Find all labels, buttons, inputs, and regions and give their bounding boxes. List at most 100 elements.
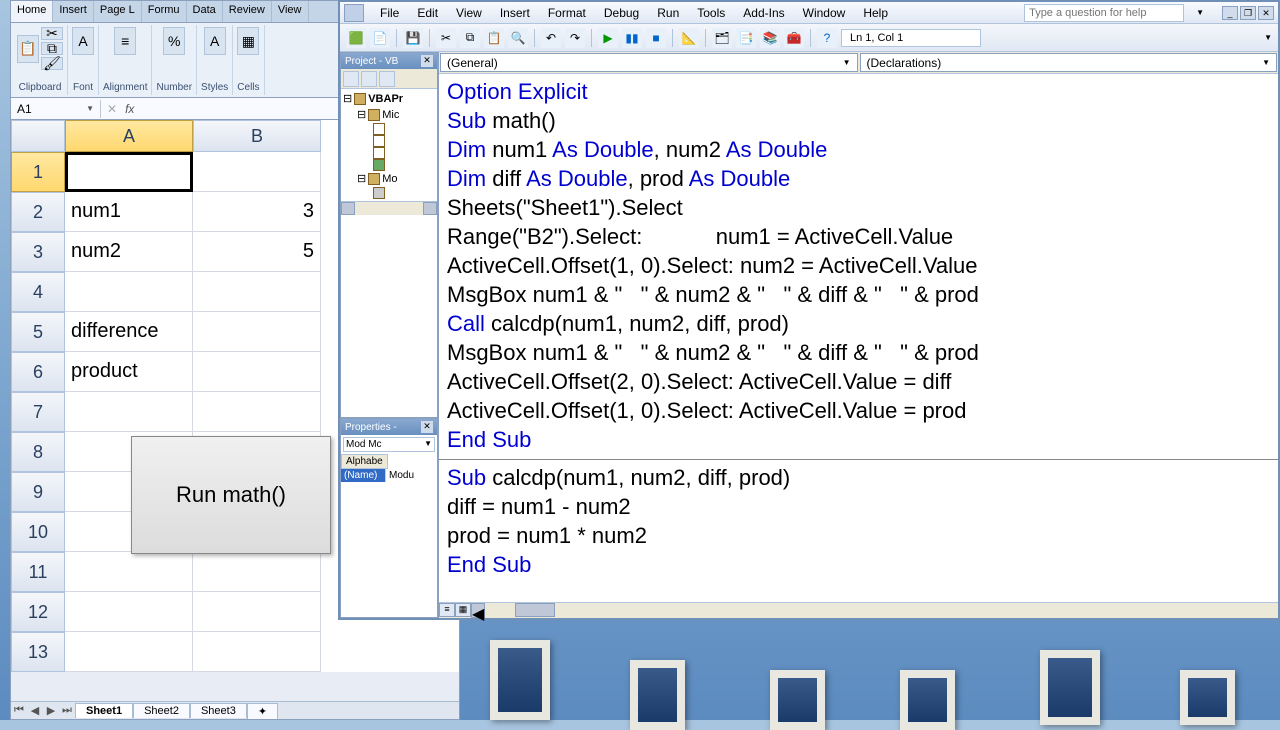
- ribbon-tab-review[interactable]: Review: [223, 1, 272, 22]
- cell-a2[interactable]: num1: [65, 192, 193, 232]
- menu-debug[interactable]: Debug: [596, 4, 647, 22]
- row-header[interactable]: 5: [11, 312, 65, 352]
- select-all-corner[interactable]: [11, 120, 65, 152]
- menu-window[interactable]: Window: [795, 4, 854, 22]
- row-header[interactable]: 2: [11, 192, 65, 232]
- sheet-nav-prev[interactable]: ◀: [27, 704, 43, 717]
- sheet-tab-sheet2[interactable]: Sheet2: [133, 703, 190, 718]
- properties-object-combo[interactable]: Mod Mc▼: [343, 437, 435, 452]
- row-header[interactable]: 8: [11, 432, 65, 472]
- sheet-nav-first[interactable]: ⏮: [11, 704, 27, 717]
- view-excel-button[interactable]: 🟩: [346, 28, 366, 48]
- ribbon-tab-formulas[interactable]: Formu: [142, 1, 187, 22]
- menu-insert[interactable]: Insert: [492, 4, 538, 22]
- close-icon[interactable]: ✕: [421, 55, 433, 67]
- sheet-nav-next[interactable]: ▶: [43, 704, 59, 717]
- cancel-icon[interactable]: ✕: [107, 102, 117, 116]
- object-browser-button[interactable]: 📚: [760, 28, 780, 48]
- cell-a7[interactable]: [65, 392, 193, 432]
- cell-b2[interactable]: 3: [193, 192, 321, 232]
- save-button[interactable]: 💾: [403, 28, 423, 48]
- help-button[interactable]: ?: [817, 28, 837, 48]
- design-mode-button[interactable]: 📐: [679, 28, 699, 48]
- row-header[interactable]: 11: [11, 552, 65, 592]
- row-header[interactable]: 3: [11, 232, 65, 272]
- menu-view[interactable]: View: [448, 4, 490, 22]
- redo-button[interactable]: ↷: [565, 28, 585, 48]
- menu-format[interactable]: Format: [540, 4, 594, 22]
- cell-b4[interactable]: [193, 272, 321, 312]
- code-horizontal-scrollbar[interactable]: ≡ ▦ ◀: [439, 602, 1278, 618]
- ribbon-tab-view[interactable]: View: [272, 1, 309, 22]
- sheet-tab-sheet1[interactable]: Sheet1: [75, 703, 133, 718]
- menu-addins[interactable]: Add-Ins: [735, 4, 792, 22]
- minimize-button[interactable]: _: [1222, 6, 1238, 20]
- cell-b13[interactable]: [193, 632, 321, 672]
- ribbon-tab-pagelayout[interactable]: Page L: [94, 1, 142, 22]
- chevron-down-icon[interactable]: ▼: [1188, 6, 1212, 19]
- scroll-left-button[interactable]: ◀: [471, 603, 485, 618]
- close-button[interactable]: ✕: [1258, 6, 1274, 20]
- number-button[interactable]: %: [163, 27, 185, 55]
- cell-a1[interactable]: [65, 152, 193, 192]
- cell-b5[interactable]: [193, 312, 321, 352]
- alignment-button[interactable]: ≡: [114, 27, 136, 55]
- name-box[interactable]: A1▼: [11, 100, 101, 118]
- cell-a11[interactable]: [65, 552, 193, 592]
- cell-a4[interactable]: [65, 272, 193, 312]
- project-tree[interactable]: ⊟VBAPr ⊟Mic ⊟Mo: [341, 89, 437, 201]
- ribbon-tab-data[interactable]: Data: [187, 1, 223, 22]
- scroll-left-button[interactable]: [341, 202, 355, 215]
- row-header[interactable]: 13: [11, 632, 65, 672]
- insert-module-button[interactable]: 📄: [370, 28, 390, 48]
- code-editor[interactable]: Option Explicit Sub math() Dim num1 As D…: [439, 74, 1278, 602]
- procedure-view-button[interactable]: ≡: [439, 603, 455, 617]
- scroll-right-button[interactable]: [423, 202, 437, 215]
- sheet-tab-new[interactable]: ✦: [247, 703, 278, 719]
- toolbox-button[interactable]: 🧰: [784, 28, 804, 48]
- cell-b11[interactable]: [193, 552, 321, 592]
- full-module-view-button[interactable]: ▦: [455, 603, 471, 617]
- column-header-a[interactable]: A: [65, 120, 193, 152]
- run-button[interactable]: ▶: [598, 28, 618, 48]
- restore-button[interactable]: ❐: [1240, 6, 1256, 20]
- toggle-folders-button[interactable]: [379, 71, 395, 87]
- undo-button[interactable]: ↶: [541, 28, 561, 48]
- cut-button[interactable]: ✂: [41, 27, 63, 40]
- menu-run[interactable]: Run: [649, 4, 687, 22]
- row-header[interactable]: 10: [11, 512, 65, 552]
- copy-button[interactable]: ⧉: [41, 42, 63, 55]
- menu-help[interactable]: Help: [855, 4, 896, 22]
- row-header[interactable]: 6: [11, 352, 65, 392]
- cell-b12[interactable]: [193, 592, 321, 632]
- menu-file[interactable]: File: [372, 4, 407, 22]
- fx-icon[interactable]: fx: [125, 102, 134, 116]
- cell-a5[interactable]: difference: [65, 312, 193, 352]
- sheet-tab-sheet3[interactable]: Sheet3: [190, 703, 247, 718]
- close-icon[interactable]: ✕: [421, 421, 433, 433]
- row-header[interactable]: 7: [11, 392, 65, 432]
- procedure-combo[interactable]: (Declarations)▼: [860, 53, 1278, 72]
- row-header[interactable]: 9: [11, 472, 65, 512]
- styles-button[interactable]: A: [204, 27, 226, 55]
- paste-button[interactable]: 📋: [17, 35, 39, 63]
- cell-a6[interactable]: product: [65, 352, 193, 392]
- column-header-b[interactable]: B: [193, 120, 321, 152]
- reset-button[interactable]: ■: [646, 28, 666, 48]
- break-button[interactable]: ▮▮: [622, 28, 642, 48]
- run-math-button[interactable]: Run math(): [131, 436, 331, 554]
- cell-b7[interactable]: [193, 392, 321, 432]
- help-search-input[interactable]: [1024, 4, 1184, 22]
- ribbon-tab-home[interactable]: Home: [11, 1, 53, 22]
- properties-button[interactable]: 📑: [736, 28, 756, 48]
- view-object-button[interactable]: [361, 71, 377, 87]
- object-combo[interactable]: (General)▼: [440, 53, 858, 72]
- cell-b1[interactable]: [193, 152, 321, 192]
- row-header[interactable]: 1: [11, 152, 65, 192]
- paste-button[interactable]: 📋: [484, 28, 504, 48]
- row-header[interactable]: 12: [11, 592, 65, 632]
- scrollbar-thumb[interactable]: [515, 603, 555, 617]
- menu-edit[interactable]: Edit: [409, 4, 446, 22]
- cell-a12[interactable]: [65, 592, 193, 632]
- project-explorer-button[interactable]: 🗂: [712, 28, 732, 48]
